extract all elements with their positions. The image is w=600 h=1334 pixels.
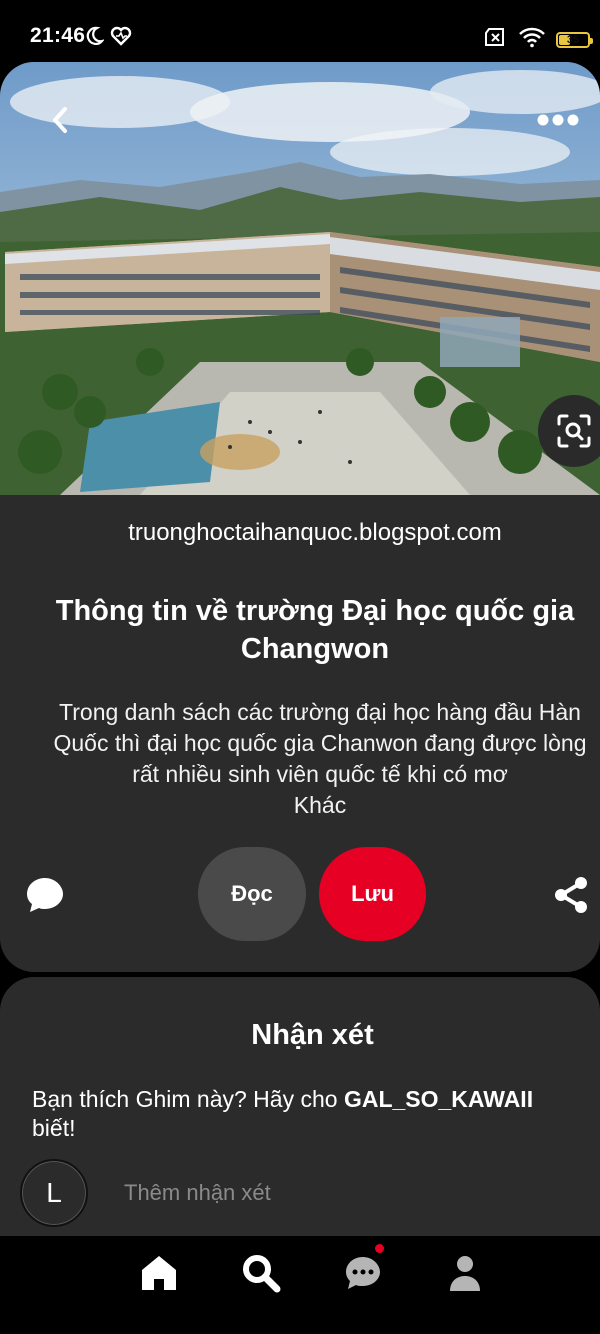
visual-search-button[interactable] (538, 395, 600, 467)
status-time: 21:46 (30, 24, 86, 47)
profile-icon (450, 1256, 480, 1291)
avatar: L (20, 1159, 88, 1227)
read-button[interactable]: Đọc (198, 847, 306, 941)
comment-bubble-icon (27, 878, 63, 912)
no-sim-icon (484, 27, 508, 52)
ellipsis-icon (537, 114, 579, 126)
pin-description: Trong danh sách các trường đại học hàng … (40, 697, 600, 821)
comments-prompt-prefix: Bạn thích Ghim này? Hãy cho (32, 1086, 344, 1112)
home-icon (142, 1256, 176, 1290)
messages-icon (346, 1257, 380, 1289)
comments-title: Nhận xét (251, 1019, 374, 1051)
pin-image[interactable] (0, 62, 600, 495)
chevron-left-icon (53, 107, 67, 133)
moon-icon (84, 26, 106, 51)
nav-profile[interactable] (442, 1250, 488, 1296)
share-icon (555, 877, 587, 913)
pin-description-text: Trong danh sách các trường đại học hàng … (53, 699, 587, 787)
pin-title: Thông tin về trường Đại học quốc gia Cha… (55, 595, 575, 665)
save-button[interactable]: Lưu (319, 847, 426, 941)
nav-messages[interactable] (340, 1244, 386, 1296)
nav-home[interactable] (136, 1250, 182, 1296)
share-button[interactable] (550, 874, 592, 916)
health-heart-icon (110, 26, 132, 51)
bottom-nav (0, 1236, 600, 1334)
status-bar: 21:46 35 (0, 0, 600, 62)
notification-dot (375, 1244, 384, 1253)
add-comment-input[interactable]: Thêm nhận xét (124, 1180, 271, 1206)
pin-card: truonghoctaihanquoc.blogspot.com Thông t… (0, 62, 600, 972)
battery-level: 35 (566, 33, 580, 46)
comment-button[interactable] (24, 874, 66, 916)
comments-section: Nhận xét Bạn thích Ghim này? Hãy cho GAL… (0, 977, 600, 1257)
search-icon (243, 1255, 281, 1293)
pin-source-link[interactable]: truonghoctaihanquoc.blogspot.com (0, 519, 600, 547)
comments-prompt-suffix: biết! (32, 1115, 76, 1141)
more-options-button[interactable] (528, 98, 588, 142)
more-link[interactable]: Khác (40, 790, 600, 821)
comments-prompt: Bạn thích Ghim này? Hãy cho GAL_SO_KAWAI… (32, 1085, 572, 1143)
back-button[interactable] (38, 98, 82, 142)
wifi-icon (518, 26, 546, 53)
battery-icon: 35 (556, 31, 593, 48)
pin-author-name[interactable]: GAL_SO_KAWAII (344, 1086, 533, 1112)
nav-search[interactable] (238, 1250, 284, 1296)
lens-search-icon (557, 414, 591, 448)
